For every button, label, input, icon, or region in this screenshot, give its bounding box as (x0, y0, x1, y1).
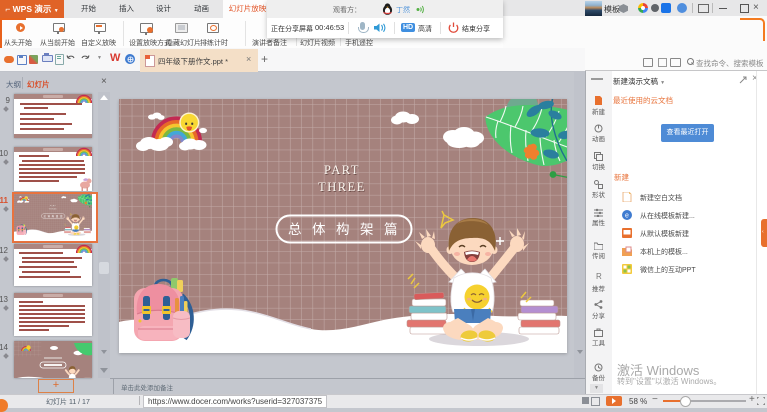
svg-text:总体构架篇: 总体构架篇 (288, 222, 408, 237)
svg-text:PART: PART (324, 163, 360, 177)
svg-text:e: e (625, 213, 629, 220)
svg-text:THREE: THREE (318, 180, 366, 194)
